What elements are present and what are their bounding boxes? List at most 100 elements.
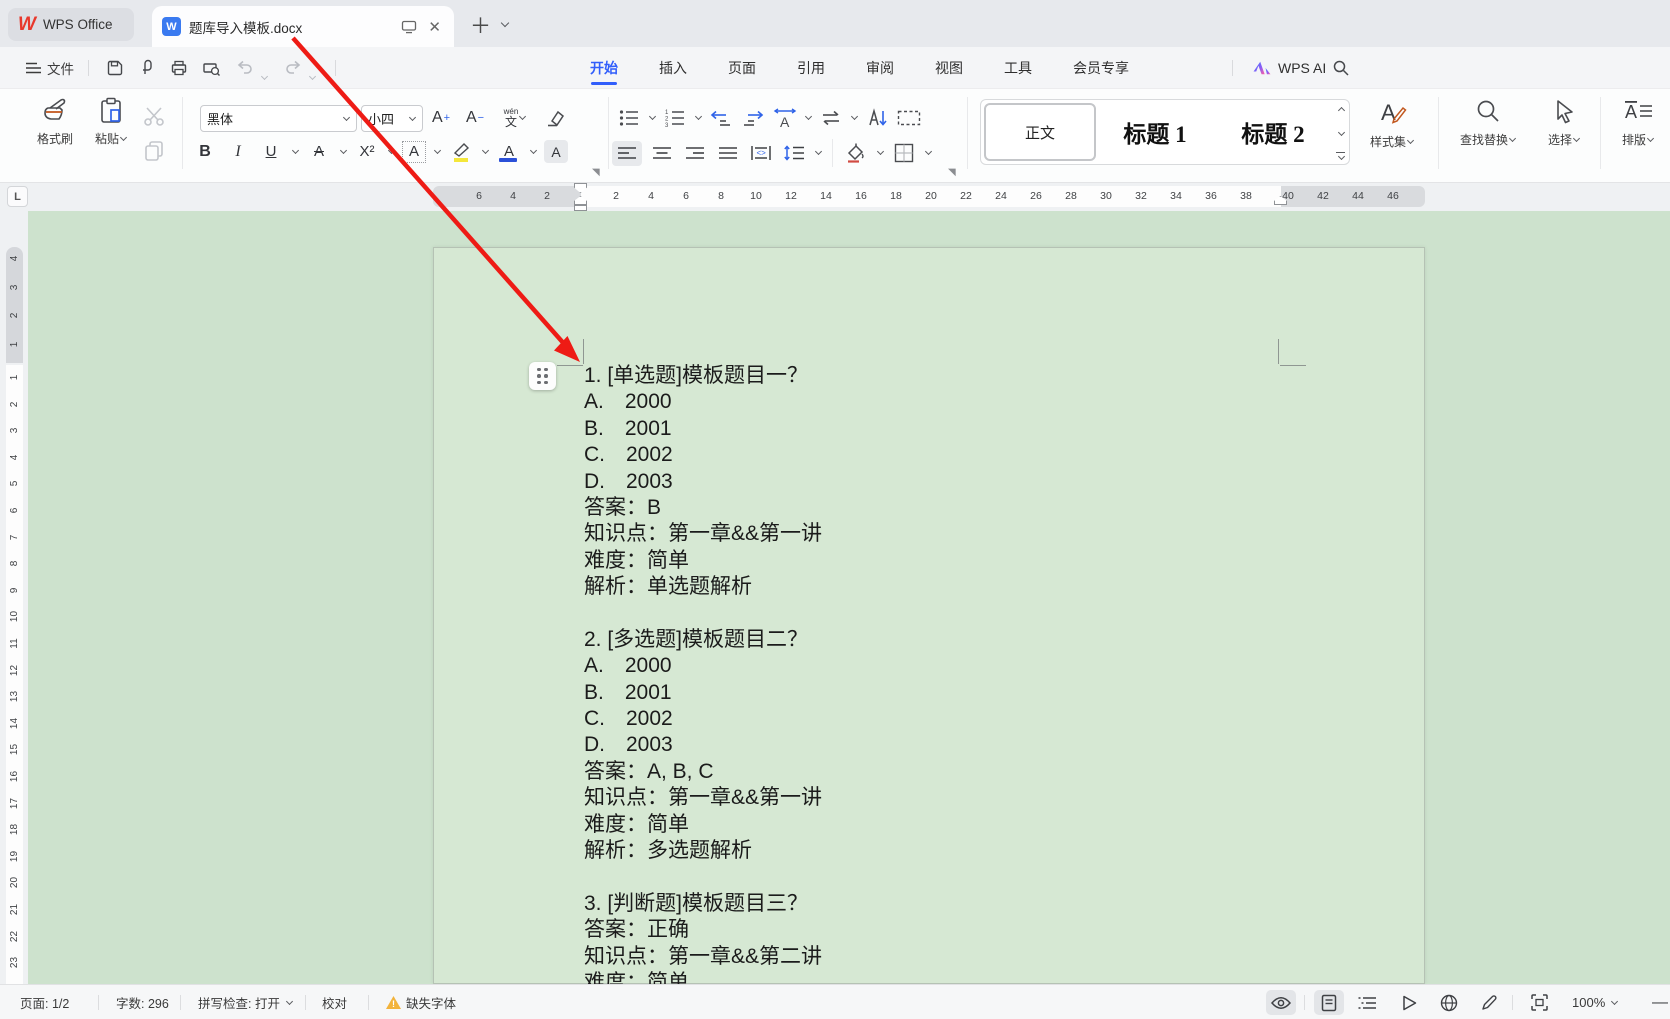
search-icon[interactable] — [1330, 57, 1352, 79]
sort-icon[interactable] — [864, 105, 890, 130]
document-line[interactable]: 3. [判断题]模板题目三？ — [584, 891, 1344, 917]
document-line[interactable]: 难度：简单 — [584, 970, 1344, 984]
bullets-chevron-icon[interactable] — [649, 112, 656, 119]
document-line[interactable]: 知识点：第一章&&第二讲 — [584, 944, 1344, 970]
document-line[interactable]: 2. [多选题]模板题目二？ — [584, 627, 1344, 653]
document-line[interactable]: 1. [单选题]模板题目一？ — [584, 363, 1344, 389]
phonetic-guide-icon[interactable]: wén文 — [496, 105, 534, 130]
format-painter-button[interactable]: 格式刷 — [28, 96, 82, 147]
text-direction-chevron-icon[interactable] — [851, 112, 858, 119]
borders-chevron-icon[interactable] — [925, 148, 932, 155]
horizontal-ruler[interactable]: L 642 2468101214161820222426283032343638… — [0, 183, 1670, 211]
save-icon[interactable] — [104, 57, 126, 79]
page-indicator[interactable]: 页面: 1/2 — [20, 985, 69, 1019]
menu-tab[interactable]: 审阅 — [864, 49, 896, 87]
document-line[interactable]: C. 2002 — [584, 442, 1344, 468]
document-page[interactable]: 1. [单选题]模板题目一？A. 2000B. 2001C. 2002D. 20… — [433, 247, 1425, 984]
document-line[interactable]: 答案：A, B, C — [584, 759, 1344, 785]
document-line[interactable]: A. 2000 — [584, 653, 1344, 679]
paragraph-drag-handle[interactable] — [529, 362, 556, 390]
superscript-chevron-icon[interactable] — [388, 146, 395, 153]
document-line[interactable]: C. 2002 — [584, 706, 1344, 732]
decrease-font-icon[interactable]: A− — [462, 105, 488, 130]
numbering-icon[interactable]: 123 — [662, 105, 688, 130]
wps-home-button[interactable]: W WPS Office — [8, 8, 134, 41]
layout-button[interactable]: A 排版 — [1612, 98, 1664, 148]
menu-tab[interactable]: 会员专享 — [1071, 49, 1131, 87]
menu-tab[interactable]: 工具 — [1002, 49, 1034, 87]
document-line[interactable]: 知识点：第一章&&第一讲 — [584, 785, 1344, 811]
character-border-button[interactable]: A — [402, 141, 426, 163]
float-window-icon[interactable] — [401, 20, 417, 34]
ink-pen-button[interactable] — [1474, 990, 1504, 1015]
document-line[interactable]: 解析：单选题解析 — [584, 574, 1344, 600]
character-scale-chevron-icon[interactable] — [805, 112, 812, 119]
page-view-button[interactable] — [1314, 990, 1344, 1015]
menu-tab[interactable]: 页面 — [726, 49, 758, 87]
style-heading2[interactable]: 标题 2 — [1214, 100, 1332, 164]
gallery-down-icon[interactable] — [1337, 129, 1344, 136]
align-left-button[interactable] — [612, 141, 642, 166]
character-scale-icon[interactable]: A — [772, 105, 798, 130]
justify-button[interactable] — [715, 141, 741, 166]
document-line[interactable]: 难度：简单 — [584, 812, 1344, 838]
gallery-up-icon[interactable] — [1337, 107, 1344, 114]
distribute-button[interactable]: <> — [748, 141, 774, 166]
document-line[interactable]: 知识点：第一章&&第一讲 — [584, 521, 1344, 547]
style-normal[interactable]: 正文 — [984, 103, 1096, 161]
missing-font-warning[interactable]: ! 缺失字体 — [386, 985, 456, 1019]
paste-button[interactable]: 粘贴 — [84, 96, 138, 147]
decrease-indent-icon[interactable] — [708, 105, 734, 130]
document-tab[interactable]: W 题库导入模板.docx ✕ — [152, 6, 454, 47]
web-layout-button[interactable] — [1434, 990, 1464, 1015]
style-heading1[interactable]: 标题 1 — [1096, 100, 1214, 164]
eye-protection-toggle[interactable] — [1266, 990, 1296, 1015]
character-border-chevron-icon[interactable] — [434, 146, 441, 153]
bold-button[interactable]: B — [192, 139, 218, 164]
increase-font-icon[interactable]: A+ — [428, 105, 454, 130]
wps-ai-button[interactable]: WPS AI — [1253, 47, 1326, 88]
highlight-chevron-icon[interactable] — [482, 146, 489, 153]
paragraph-dialog-launcher-icon[interactable]: ◥ — [948, 167, 956, 178]
strikethrough-chevron-icon[interactable] — [340, 146, 347, 153]
proofread-button[interactable]: 校对 — [322, 985, 347, 1019]
menu-tab[interactable]: 视图 — [933, 49, 965, 87]
document-line[interactable] — [584, 601, 1344, 627]
numbering-chevron-icon[interactable] — [695, 112, 702, 119]
print-icon[interactable] — [168, 57, 190, 79]
tab-selector[interactable]: L — [7, 186, 28, 207]
print-preview-icon[interactable] — [200, 57, 222, 79]
document-line[interactable]: D. 2003 — [584, 732, 1344, 758]
spellcheck-status[interactable]: 拼写检查: 打开 — [198, 985, 293, 1019]
document-line[interactable]: A. 2000 — [584, 389, 1344, 415]
document-line[interactable]: 答案：正确 — [584, 917, 1344, 943]
document-line[interactable] — [584, 864, 1344, 890]
document-line[interactable]: 解析：多选题解析 — [584, 838, 1344, 864]
text-direction-icon[interactable] — [818, 105, 844, 130]
menu-tab[interactable]: 开始 — [588, 49, 620, 87]
file-menu[interactable]: 文件 — [26, 47, 74, 88]
document-line[interactable]: 难度：简单 — [584, 548, 1344, 574]
export-pdf-icon[interactable] — [136, 57, 158, 79]
increase-indent-icon[interactable] — [740, 105, 766, 130]
document-line[interactable]: B. 2001 — [584, 680, 1344, 706]
close-tab-icon[interactable]: ✕ — [425, 18, 444, 36]
shading-chevron-icon[interactable] — [877, 148, 884, 155]
bullets-icon[interactable] — [616, 105, 642, 130]
document-line[interactable]: B. 2001 — [584, 416, 1344, 442]
menu-tab[interactable]: 插入 — [657, 49, 689, 87]
shading-button[interactable] — [843, 141, 869, 166]
document-text[interactable]: 1. [单选题]模板题目一？A. 2000B. 2001C. 2002D. 20… — [584, 363, 1344, 984]
font-name-combo[interactable]: 黑体 — [200, 105, 357, 132]
outline-view-button[interactable] — [1352, 990, 1382, 1015]
tab-list-chevron-icon[interactable] — [501, 19, 509, 27]
clear-format-icon[interactable] — [542, 105, 568, 130]
zoom-chevron-icon[interactable] — [1611, 997, 1618, 1004]
document-canvas[interactable]: 1. [单选题]模板题目一？A. 2000B. 2001C. 2002D. 20… — [28, 211, 1670, 984]
fit-page-button[interactable] — [1524, 990, 1554, 1015]
font-size-combo[interactable]: 小四 — [361, 105, 423, 132]
character-shading-button[interactable]: A — [544, 140, 568, 163]
italic-button[interactable]: I — [225, 139, 251, 164]
align-center-button[interactable] — [649, 141, 675, 166]
new-tab-button[interactable]: ＋ — [470, 10, 491, 40]
